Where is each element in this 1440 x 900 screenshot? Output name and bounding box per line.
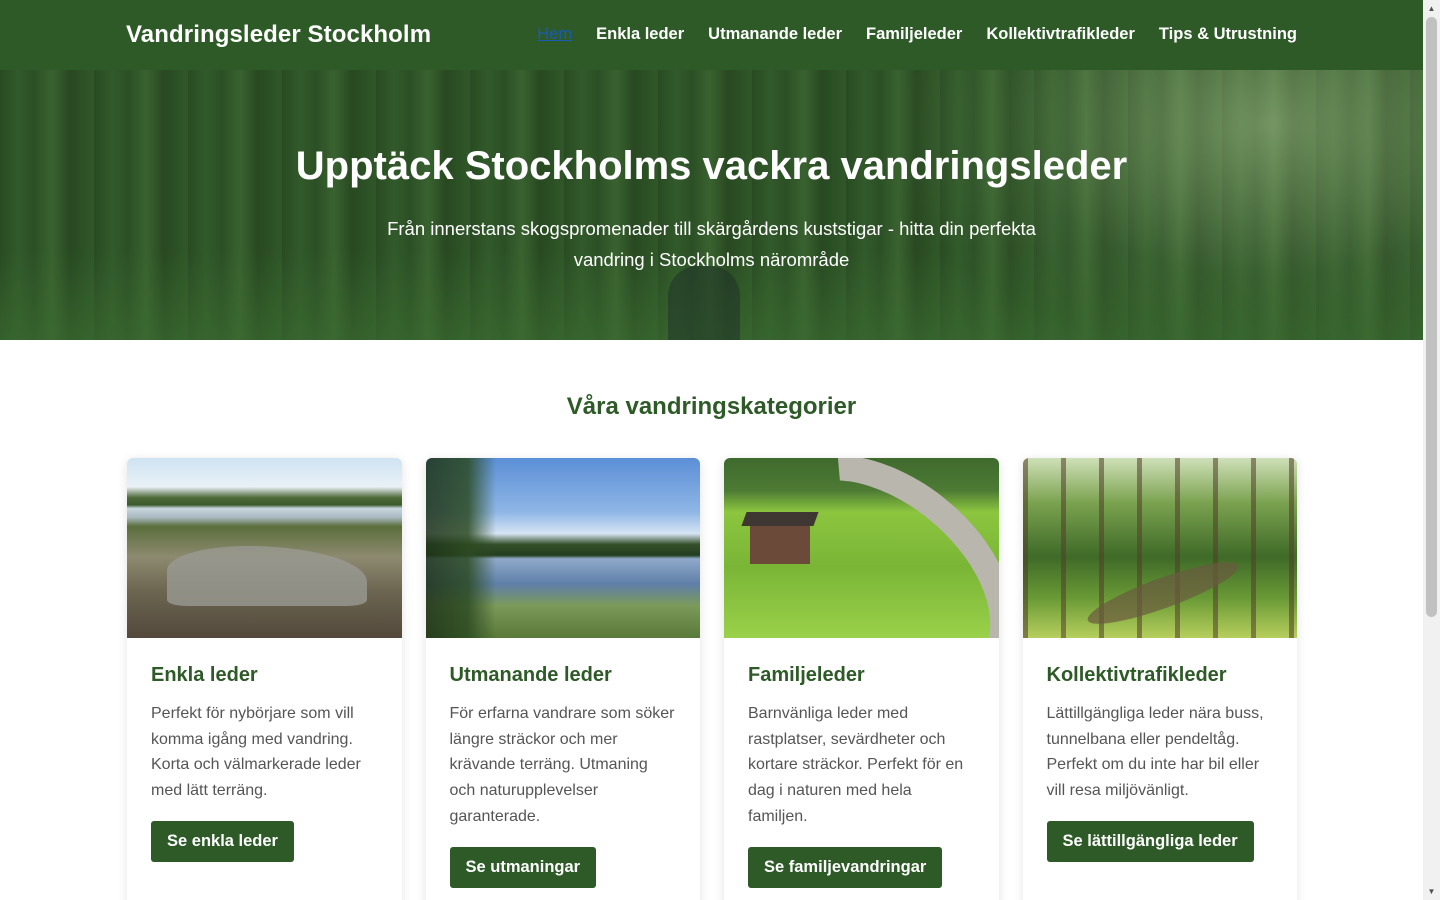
card-body: Familjeleder Barnvänliga leder med rastp…: [724, 638, 999, 888]
card-kollektivtrafikleder: Kollektivtrafikleder Lättillgängliga led…: [1022, 458, 1298, 900]
card-body: Kollektivtrafikleder Lättillgängliga led…: [1023, 638, 1298, 862]
see-easy-trails-button[interactable]: Se enkla leder: [151, 820, 294, 862]
card-image-bay-view: [425, 458, 700, 638]
nav-link-familjeleder[interactable]: Familjeleder: [866, 25, 962, 44]
nav-link-hem[interactable]: Hem: [537, 25, 572, 44]
hero-title: Upptäck Stockholms vackra vandringsleder: [295, 144, 1128, 188]
scroll-up-arrow-icon[interactable]: ▲: [1423, 0, 1440, 17]
categories-title: Våra vandringskategorier: [566, 393, 857, 420]
image-path-shape: [1082, 551, 1243, 635]
hero-hiker-figure: [668, 266, 740, 340]
image-roof-shape: [741, 512, 819, 526]
see-accessible-trails-button[interactable]: Se lättillgängliga leder: [1046, 820, 1254, 862]
image-tree-shape: [425, 458, 496, 638]
nav-link-utmanande-leder[interactable]: Utmanande leder: [708, 25, 842, 44]
card-text: Perfekt för nybörjare som vill komma igå…: [151, 705, 361, 800]
card-familjeleder: Familjeleder Barnvänliga leder med rastp…: [724, 458, 999, 900]
nav-link-kollektivtrafikleder[interactable]: Kollektivtrafikleder: [986, 25, 1135, 44]
image-hut-shape: [750, 520, 810, 564]
card-text: Barnvänliga leder med rastplatser, sevär…: [748, 705, 964, 825]
see-challenges-button[interactable]: Se utmaningar: [449, 846, 597, 888]
card-title: Familjeleder: [748, 664, 865, 686]
card-body: Utmanande leder För erfarna vandrare som…: [426, 638, 701, 888]
card-image-forest-path: [1022, 458, 1297, 638]
card-image-lake-view: [127, 458, 402, 638]
main-nav: Hem Enkla leder Utmanande leder Familjel…: [537, 25, 1297, 44]
card-body: Enkla leder Perfekt för nybörjare som vi…: [127, 638, 402, 862]
card-image-farm-road: [724, 458, 999, 638]
nav-link-tips-utrustning[interactable]: Tips & Utrustning: [1159, 25, 1297, 44]
vertical-scrollbar[interactable]: ▲ ▼: [1423, 0, 1440, 900]
see-family-hikes-button[interactable]: Se familjevandringar: [748, 846, 943, 888]
category-cards: Enkla leder Perfekt för nybörjare som vi…: [127, 458, 1297, 900]
card-title: Enkla leder: [151, 664, 258, 686]
site-brand[interactable]: Vandringsleder Stockholm: [126, 21, 431, 49]
card-title: Utmanande leder: [449, 664, 612, 686]
scrollbar-thumb[interactable]: [1426, 17, 1437, 617]
card-text: För erfarna vandrare som söker längre st…: [449, 705, 675, 825]
site-header: Vandringsleder Stockholm Hem Enkla leder…: [0, 0, 1423, 70]
image-rock-shape: [167, 546, 367, 606]
card-text: Lättillgängliga leder nära buss, tunnelb…: [1046, 705, 1264, 800]
card-utmanande-leder: Utmanande leder För erfarna vandrare som…: [425, 458, 701, 900]
scroll-down-arrow-icon[interactable]: ▼: [1423, 883, 1440, 900]
card-title: Kollektivtrafikleder: [1046, 664, 1227, 686]
hero-subtitle: Från innerstans skogspromenader till skä…: [387, 218, 1036, 270]
card-enkla-leder: Enkla leder Perfekt för nybörjare som vi…: [127, 458, 402, 900]
hero-banner: Upptäck Stockholms vackra vandringsleder…: [0, 70, 1423, 340]
nav-link-enkla-leder[interactable]: Enkla leder: [596, 25, 684, 44]
